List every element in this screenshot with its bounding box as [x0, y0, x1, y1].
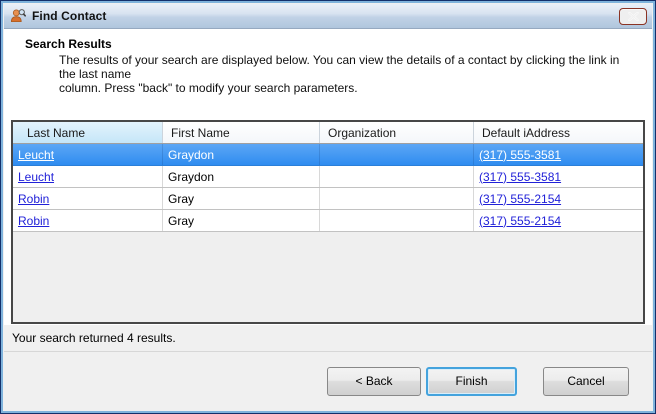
first-name-cell: Graydon — [163, 166, 320, 187]
finish-button[interactable]: Finish — [426, 367, 517, 396]
last-name-link[interactable]: Robin — [18, 192, 49, 206]
status-message: Your search returned 4 results. — [12, 331, 176, 345]
table-row[interactable]: Leucht Graydon (317) 555-3581 — [13, 166, 643, 188]
first-name-cell: Gray — [163, 210, 320, 231]
first-name-cell: Gray — [163, 188, 320, 209]
organization-cell — [320, 210, 474, 231]
last-name-link[interactable]: Leucht — [18, 170, 54, 184]
organization-cell — [320, 144, 474, 165]
iaddress-link[interactable]: (317) 555-3581 — [479, 148, 561, 162]
page-title: Search Results — [25, 37, 112, 51]
iaddress-link[interactable]: (317) 555-2154 — [479, 214, 561, 228]
last-name-link[interactable]: Robin — [18, 214, 49, 228]
results-table: Last Name First Name Organization Defaul… — [11, 120, 645, 324]
button-bar: < Back Finish Cancel — [4, 351, 652, 410]
table-row[interactable]: Robin Gray (317) 555-2154 — [13, 188, 643, 210]
close-button[interactable] — [619, 8, 647, 25]
column-header-default-iaddress[interactable]: Default iAddress — [474, 122, 643, 143]
table-header-row: Last Name First Name Organization Defaul… — [13, 122, 643, 144]
wizard-page: Search Results The results of your searc… — [4, 29, 652, 325]
last-name-link[interactable]: Leucht — [18, 148, 54, 162]
back-button[interactable]: < Back — [327, 367, 421, 396]
organization-cell — [320, 188, 474, 209]
window-title: Find Contact — [32, 9, 107, 23]
column-header-organization[interactable]: Organization — [320, 122, 474, 143]
find-contact-dialog: Find Contact Search Results The results … — [0, 0, 656, 414]
organization-cell — [320, 166, 474, 187]
first-name-cell: Graydon — [163, 144, 320, 165]
status-bar: Your search returned 4 results. — [4, 325, 652, 351]
iaddress-link[interactable]: (317) 555-3581 — [479, 170, 561, 184]
find-contact-icon — [10, 8, 26, 24]
close-icon — [628, 12, 639, 21]
titlebar[interactable]: Find Contact — [4, 4, 652, 29]
table-row[interactable]: Robin Gray (317) 555-2154 — [13, 210, 643, 232]
table-row[interactable]: Leucht Graydon (317) 555-3581 — [13, 144, 643, 166]
table-body: Leucht Graydon (317) 555-3581 Leucht Gra… — [13, 144, 643, 232]
page-description: The results of your search are displayed… — [59, 53, 634, 95]
column-header-first-name[interactable]: First Name — [163, 122, 320, 143]
description-line: column. Press "back" to modify your sear… — [59, 81, 634, 95]
description-line: The results of your search are displayed… — [59, 53, 634, 81]
column-header-last-name[interactable]: Last Name — [13, 122, 163, 143]
iaddress-link[interactable]: (317) 555-2154 — [479, 192, 561, 206]
cancel-button[interactable]: Cancel — [543, 367, 629, 396]
